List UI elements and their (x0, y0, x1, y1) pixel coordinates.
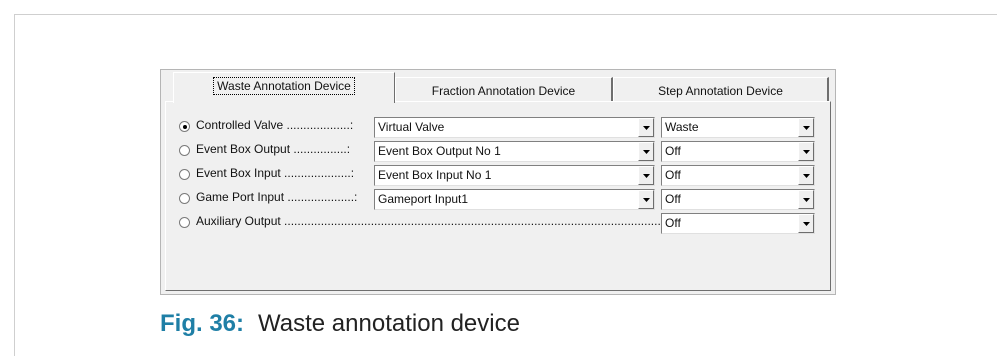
select-value: Event Box Input No 1 (378, 168, 492, 182)
figure-number: Fig. 36: (160, 310, 245, 337)
state-select-controlled-valve[interactable]: Waste (661, 117, 815, 138)
radio-event-box-output[interactable] (179, 145, 190, 156)
tab-label: Waste Annotation Device (213, 77, 355, 95)
state-select-auxiliary-output[interactable]: Off (661, 213, 815, 234)
row-event-box-output: Event Box Output ................: Event… (166, 141, 826, 163)
radio-game-port-input[interactable] (179, 193, 190, 204)
chevron-down-icon (803, 222, 810, 226)
dropdown-button[interactable] (798, 142, 814, 161)
tab-label: Step Annotation Device (658, 84, 783, 98)
row-label: Event Box Output ................: (196, 142, 351, 156)
device-select-controlled-valve[interactable]: Virtual Valve (374, 117, 655, 138)
chevron-down-icon (803, 126, 810, 130)
tab-fraction-annotation-device[interactable]: Fraction Annotation Device (395, 77, 613, 102)
select-value: Off (665, 144, 681, 158)
row-label: Game Port Input ....................: (196, 190, 358, 204)
figure-caption: Fig. 36: Waste annotation device (160, 310, 520, 338)
radio-event-box-input[interactable] (179, 169, 190, 180)
state-select-event-box-output[interactable]: Off (661, 141, 815, 162)
chevron-down-icon (803, 198, 810, 202)
dropdown-button[interactable] (638, 118, 654, 137)
row-game-port-input: Game Port Input ....................: Ga… (166, 189, 826, 211)
tab-waste-annotation-device[interactable]: Waste Annotation Device (173, 72, 395, 103)
row-controlled-valve: Controlled Valve ...................: Vi… (166, 117, 826, 139)
dropdown-button[interactable] (798, 190, 814, 209)
dropdown-button[interactable] (638, 166, 654, 185)
select-value: Off (665, 216, 681, 230)
dropdown-button[interactable] (798, 166, 814, 185)
row-label: Auxiliary Output .......................… (196, 214, 661, 228)
select-value: Off (665, 192, 681, 206)
chevron-down-icon (643, 126, 650, 130)
state-select-game-port-input[interactable]: Off (661, 189, 815, 210)
select-value: Gameport Input1 (378, 192, 469, 206)
row-event-box-input: Event Box Input ....................: Ev… (166, 165, 826, 187)
select-value: Off (665, 168, 681, 182)
figure-caption-text: Waste annotation device (258, 310, 520, 337)
chevron-down-icon (643, 150, 650, 154)
dropdown-button[interactable] (798, 118, 814, 137)
chevron-down-icon (643, 174, 650, 178)
tab-panel: Controlled Valve ...................: Vi… (165, 101, 831, 291)
dropdown-button[interactable] (798, 214, 814, 233)
row-label: Event Box Input ....................: (196, 166, 355, 180)
select-value: Waste (665, 120, 699, 134)
select-value: Event Box Output No 1 (378, 144, 501, 158)
device-select-game-port-input[interactable]: Gameport Input1 (374, 189, 655, 210)
dropdown-button[interactable] (638, 190, 654, 209)
row-label: Controlled Valve ...................: (196, 118, 354, 132)
select-value: Virtual Valve (378, 120, 445, 134)
tab-step-annotation-device[interactable]: Step Annotation Device (613, 77, 829, 102)
chevron-down-icon (803, 174, 810, 178)
radio-auxiliary-output[interactable] (179, 217, 190, 228)
device-select-event-box-output[interactable]: Event Box Output No 1 (374, 141, 655, 162)
state-select-event-box-input[interactable]: Off (661, 165, 815, 186)
annotation-device-dialog: Waste Annotation Device Fraction Annotat… (160, 69, 836, 295)
dropdown-button[interactable] (638, 142, 654, 161)
tab-label: Fraction Annotation Device (431, 84, 576, 98)
chevron-down-icon (803, 150, 810, 154)
row-auxiliary-output: Auxiliary Output .......................… (166, 213, 826, 235)
tab-strip: Waste Annotation Device Fraction Annotat… (173, 72, 829, 103)
chevron-down-icon (643, 198, 650, 202)
device-select-event-box-input[interactable]: Event Box Input No 1 (374, 165, 655, 186)
radio-controlled-valve[interactable] (179, 121, 190, 132)
